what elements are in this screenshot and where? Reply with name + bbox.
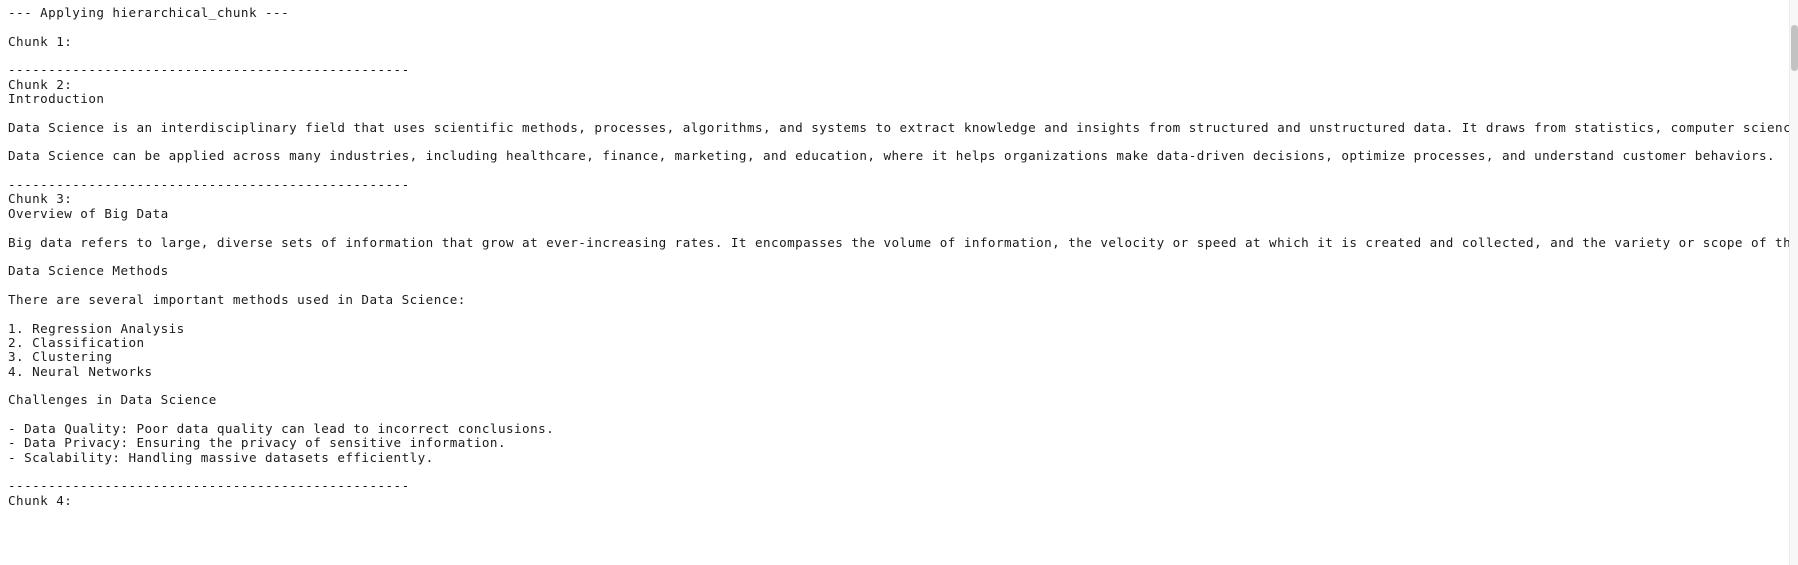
output-blank-line [8, 379, 1789, 393]
output-line: Chunk 1: [8, 34, 73, 49]
output-blank-line [8, 279, 1789, 293]
output-blank-line [8, 135, 1789, 149]
output-line: 4. Neural Networks [8, 364, 153, 379]
output-line: Data Science is an interdisciplinary fie… [8, 120, 1789, 135]
output-blank-line [8, 106, 1789, 120]
vertical-scrollbar[interactable] [1789, 0, 1798, 565]
output-line: Chunk 2: [8, 77, 73, 92]
output-line: 1. Regression Analysis [8, 321, 185, 336]
chunking-output-text[interactable]: --- Applying hierarchical_chunk --- Chunk… [0, 0, 1789, 565]
output-blank-line [8, 408, 1789, 422]
output-line: There are several important methods used… [8, 292, 466, 307]
output-line: - Scalability: Handling massive datasets… [8, 450, 434, 465]
output-blank-line [8, 49, 1789, 63]
vertical-scrollbar-thumb[interactable] [1791, 25, 1798, 71]
output-line: Big data refers to large, diverse sets o… [8, 235, 1789, 250]
output-line: - Data Quality: Poor data quality can le… [8, 421, 555, 436]
output-separator-line: ----------------------------------------… [8, 63, 410, 78]
output-line: Data Science Methods [8, 264, 169, 279]
output-blank-line [8, 221, 1789, 235]
output-line: Overview of Big Data [8, 206, 169, 221]
output-viewport: --- Applying hierarchical_chunk --- Chunk… [0, 0, 1798, 565]
output-line: Introduction [8, 92, 105, 107]
output-blank-line [8, 164, 1789, 178]
output-line: Data Science can be applied across many … [8, 149, 1776, 164]
output-blank-line [8, 20, 1789, 34]
output-line: 3. Clustering [8, 350, 113, 365]
output-line: 2. Classification [8, 335, 145, 350]
output-separator-line: ----------------------------------------… [8, 479, 410, 494]
output-line: Chunk 4: [8, 493, 73, 508]
output-line: - Data Privacy: Ensuring the privacy of … [8, 436, 506, 451]
output-line: --- Applying hierarchical_chunk --- [8, 6, 290, 20]
output-blank-line [8, 465, 1789, 479]
output-blank-line [8, 307, 1789, 321]
output-line: Challenges in Data Science [8, 393, 217, 408]
output-blank-line [8, 250, 1789, 264]
output-line: Chunk 3: [8, 192, 73, 207]
output-separator-line: ----------------------------------------… [8, 178, 410, 193]
